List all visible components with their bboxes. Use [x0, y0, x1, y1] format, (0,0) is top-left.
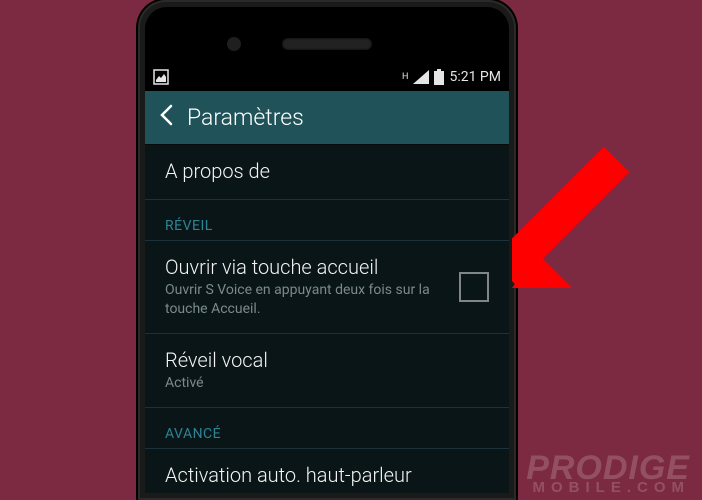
proximity-sensor	[227, 37, 241, 51]
row-subtitle: Ouvrir S Voice en appuyant deux fois sur…	[165, 281, 447, 319]
row-subtitle: Activé	[165, 374, 489, 393]
row-about[interactable]: A propos de	[145, 145, 509, 200]
section-header-advanced: AVANCÉ	[145, 408, 509, 449]
status-bar: H 5:21 PM	[145, 63, 509, 91]
settings-list: A propos de RÉVEIL Ouvrir via touche acc…	[145, 145, 509, 493]
battery-icon	[434, 69, 444, 85]
row-auto-speaker[interactable]: Activation auto. haut-parleur	[145, 449, 509, 493]
row-title: A propos de	[165, 159, 489, 183]
row-title: Ouvrir via touche accueil	[165, 255, 447, 279]
action-bar[interactable]: Paramètres	[145, 91, 509, 145]
back-icon[interactable]	[159, 104, 173, 132]
checkbox-open-via-home[interactable]	[459, 272, 489, 302]
phone-frame: H 5:21 PM Paramètres A p	[138, 0, 516, 500]
row-open-via-home[interactable]: Ouvrir via touche accueil Ouvrir S Voice…	[145, 241, 509, 334]
clock: 5:21 PM	[449, 69, 501, 85]
screenshot-icon	[153, 69, 169, 85]
phone-inner: H 5:21 PM Paramètres A p	[145, 7, 509, 493]
phone-top-bezel	[145, 7, 509, 63]
watermark: PRODIGE MOBILE.COM	[526, 455, 690, 494]
watermark-sub: MOBILE.COM	[526, 482, 690, 494]
section-header-reveil: RÉVEIL	[145, 200, 509, 241]
row-title: Réveil vocal	[165, 348, 489, 372]
screen: H 5:21 PM Paramètres A p	[145, 63, 509, 493]
annotation-arrow-icon	[512, 118, 682, 288]
earpiece-speaker	[282, 38, 372, 50]
row-voice-wake[interactable]: Réveil vocal Activé	[145, 334, 509, 408]
row-title: Activation auto. haut-parleur	[165, 463, 489, 487]
network-type-label: H	[402, 73, 408, 81]
signal-icon	[413, 70, 429, 84]
page-title: Paramètres	[187, 104, 304, 131]
